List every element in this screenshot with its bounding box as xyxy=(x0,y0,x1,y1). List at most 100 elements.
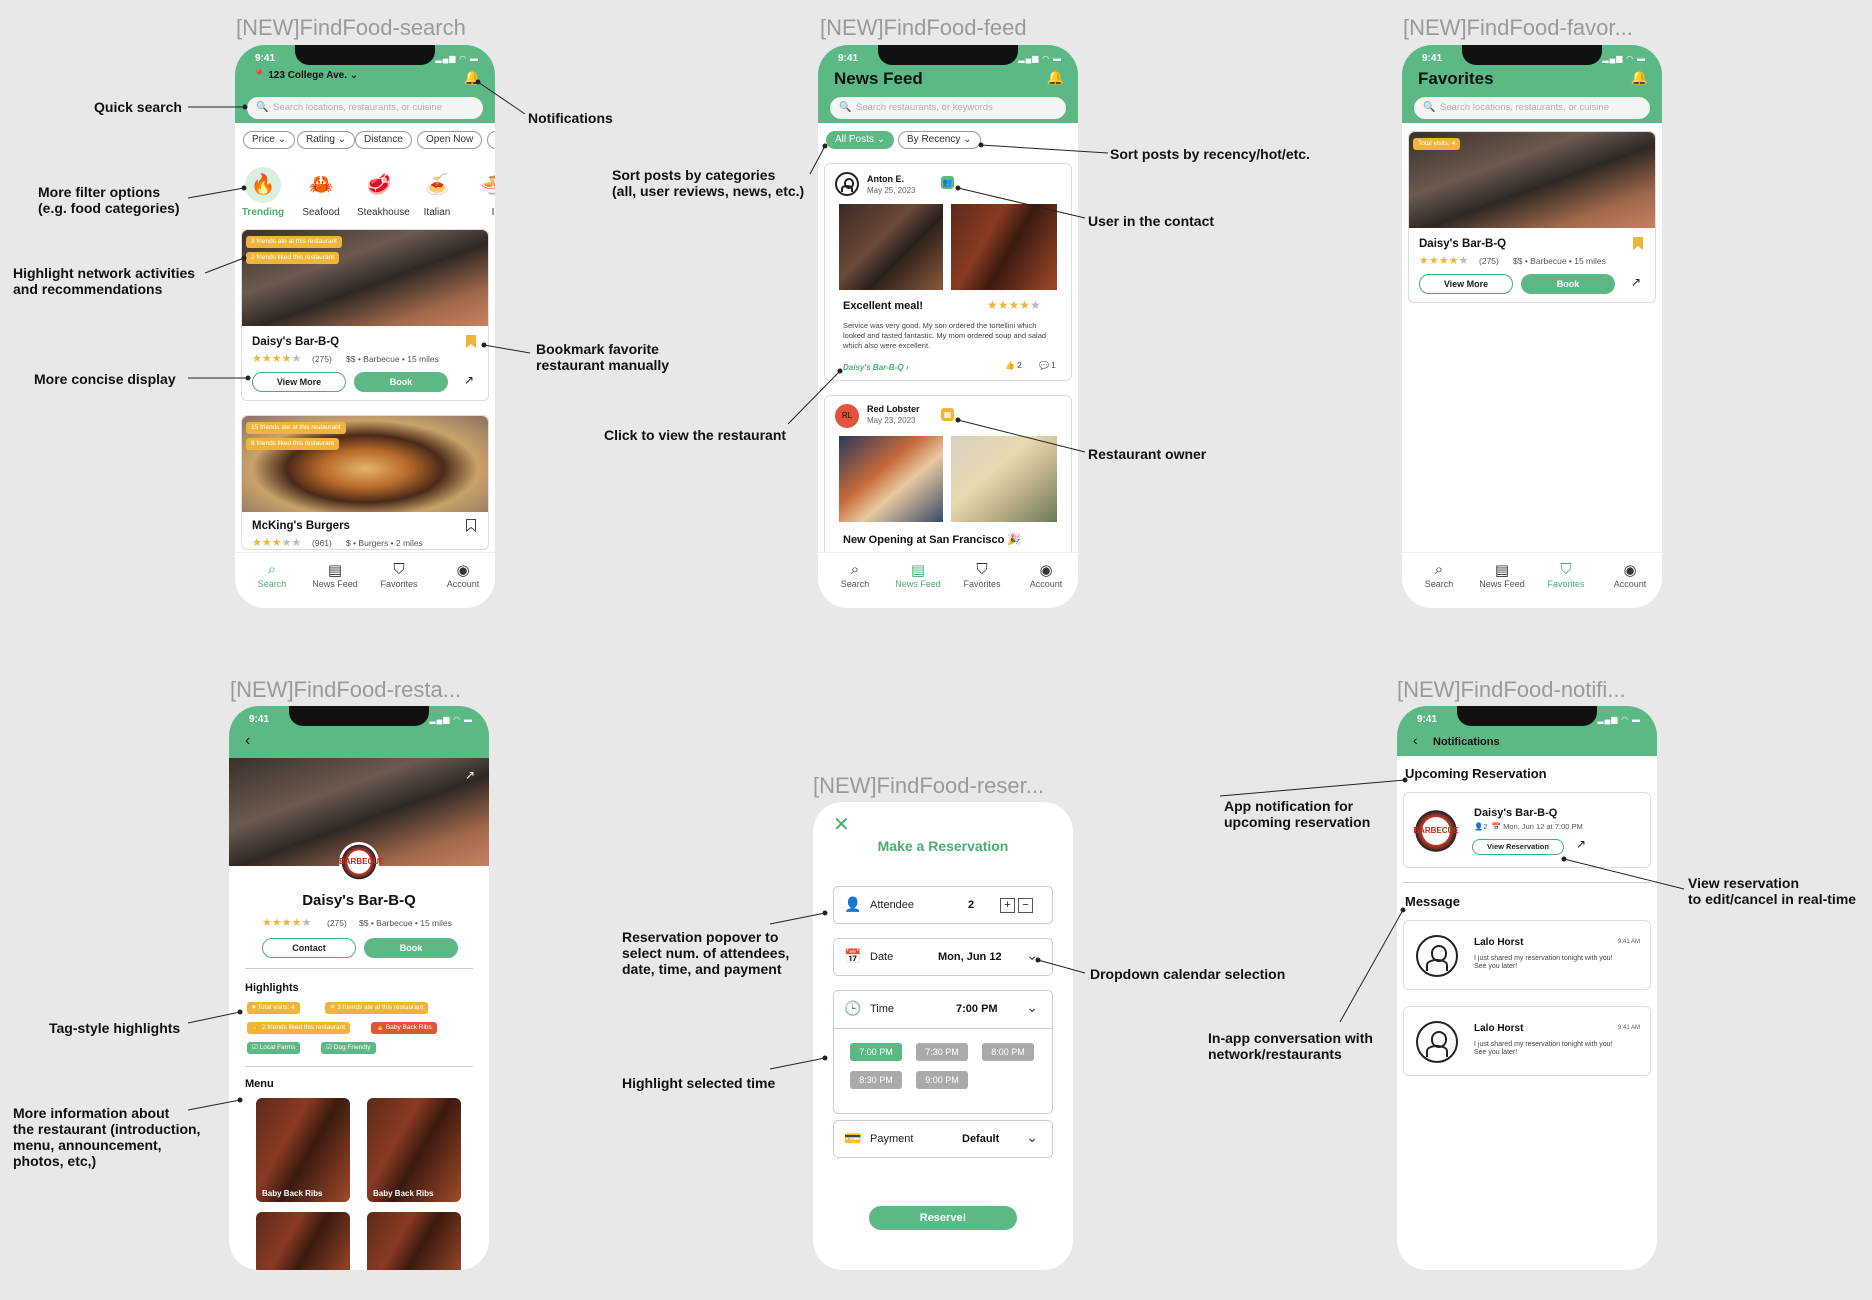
tab-account[interactable]: ◉ Account xyxy=(435,561,491,589)
view-more-button[interactable]: View More xyxy=(252,372,346,392)
search-input[interactable]: 🔍 Search restaurants, or keywords xyxy=(830,97,1066,119)
tab-search[interactable]: ⌕ Search xyxy=(244,555,300,595)
like-count[interactable]: 👍 2 xyxy=(1005,361,1022,370)
menu-item[interactable] xyxy=(367,1212,461,1270)
plus-icon[interactable]: + xyxy=(1000,898,1015,913)
restaurant-link[interactable]: Daisy's Bar-B-Q › xyxy=(843,363,909,372)
time-slot[interactable]: 8:00 PM xyxy=(982,1043,1034,1061)
status-bar: 9:41 ▂▄▆ ◠ ▬ xyxy=(838,53,1062,65)
filter-price[interactable]: Price ⌄ xyxy=(243,131,295,149)
divider xyxy=(245,968,473,969)
search-input[interactable]: 🔍 Search locations, restaurants, or cuisi… xyxy=(1414,97,1650,119)
payment-field[interactable]: 💳 Payment Default ⌄ xyxy=(833,1120,1053,1158)
book-button[interactable]: Book xyxy=(364,938,458,958)
filter-open-now[interactable]: Open Now xyxy=(417,131,483,149)
reservation-name: Daisy's Bar-B-Q xyxy=(1474,807,1558,819)
thumbs-up-icon: 👍 xyxy=(1005,361,1015,370)
menu-item[interactable] xyxy=(256,1212,350,1270)
time-slot-selected[interactable]: 7:00 PM xyxy=(850,1043,902,1061)
tab-favorites[interactable]: ⛉ Favorites xyxy=(954,561,1010,589)
tab-favorites[interactable]: ⛉ Favorites xyxy=(371,561,427,589)
tab-account[interactable]: ◉ Account xyxy=(1602,561,1658,589)
reservation-notification[interactable]: BARBECUE Daisy's Bar-B-Q 👤2 📅 Mon, Jun 1… xyxy=(1403,792,1651,868)
tab-search[interactable]: ⌕ Search xyxy=(1411,561,1467,589)
tab-account[interactable]: ◉ Account xyxy=(1018,561,1074,589)
category-label: Trending xyxy=(241,207,285,218)
comment-count[interactable]: 💬 1 xyxy=(1039,361,1056,370)
share-icon[interactable]: ↗ xyxy=(1576,837,1586,851)
filter-more[interactable]: F xyxy=(487,131,495,149)
restaurant-name: Daisy's Bar-B-Q xyxy=(302,892,416,909)
book-button[interactable]: Book xyxy=(1521,274,1615,294)
reserve-button[interactable]: Reserve! xyxy=(869,1206,1017,1230)
tab-news-feed[interactable]: ▤ News Feed xyxy=(307,561,363,589)
restaurant-card[interactable]: 15 friends ate at this restaurant 8 frie… xyxy=(241,415,489,550)
tab-label: Account xyxy=(446,579,480,589)
bell-icon[interactable]: 🔔 xyxy=(464,69,481,86)
post-card[interactable]: RL Red Lobster May 23, 2023 ▦ New Openin… xyxy=(824,395,1072,565)
signal-icons: ▂▄▆ ◠ ▬ xyxy=(1602,54,1646,63)
category-steakhouse[interactable]: 🥩 Steakhouse xyxy=(357,167,410,218)
sort-all-posts[interactable]: All Posts ⌄ xyxy=(826,131,895,149)
category-more[interactable]: 🍜 I xyxy=(471,167,495,218)
message-item[interactable]: Lalo Horst 9:41 AM I just shared my rese… xyxy=(1403,1006,1651,1076)
share-icon[interactable]: ↗ xyxy=(464,373,474,387)
view-more-button[interactable]: View More xyxy=(1419,274,1513,294)
status-bar: 9:41 ▂▄▆ ◠ ▬ xyxy=(255,53,479,65)
message-item[interactable]: Lalo Horst 9:41 AM I just shared my rese… xyxy=(1403,920,1651,990)
restaurant-meta: $ • Burgers • 2 miles xyxy=(346,538,423,548)
back-icon[interactable]: ‹ xyxy=(1413,732,1418,748)
bell-icon[interactable]: 🔔 xyxy=(1047,69,1064,86)
post-body: Service was very good. My son ordered th… xyxy=(843,321,1047,350)
restaurant-meta: $$ • Barbecue • 15 miles xyxy=(1513,256,1606,266)
category-italian[interactable]: 🍝 Italian xyxy=(415,167,459,218)
bookmark-icon[interactable] xyxy=(466,335,476,348)
back-icon[interactable]: ‹ xyxy=(245,732,250,750)
minus-icon[interactable]: − xyxy=(1018,898,1033,913)
highlight-tag: ✕ 3 friends ate at this restaurant xyxy=(325,1002,429,1014)
category-trending[interactable]: 🔥 Trending xyxy=(241,167,285,218)
category-seafood[interactable]: 🦀 Seafood xyxy=(299,167,343,218)
view-reservation-button[interactable]: View Reservation xyxy=(1472,839,1564,855)
restaurant-logo: BARBECUE xyxy=(339,842,384,882)
menu-item[interactable]: Baby Back Ribs xyxy=(367,1098,461,1202)
phone-favorites: 9:41 ▂▄▆ ◠ ▬ Favorites 🔔 🔍 Search location… xyxy=(1402,45,1662,608)
filter-rating[interactable]: Rating ⌄ xyxy=(297,131,356,149)
comment-icon: 💬 xyxy=(1039,361,1049,370)
post-photo xyxy=(839,436,943,522)
bell-icon[interactable]: 🔔 xyxy=(1631,69,1648,86)
close-icon[interactable]: ✕ xyxy=(833,812,850,837)
tab-news-feed[interactable]: ▤ News Feed xyxy=(1474,561,1530,589)
search-input[interactable]: 🔍 Search locations, restaurants, or cuisi… xyxy=(247,97,483,119)
time-slot[interactable]: 7:30 PM xyxy=(916,1043,968,1061)
bookmark-outline-icon[interactable] xyxy=(466,519,476,532)
contact-button[interactable]: Contact xyxy=(262,938,356,958)
favorite-card[interactable]: Total visits: 4 Daisy's Bar-B-Q ★★★★★ (2… xyxy=(1408,131,1656,303)
search-icon: ⌕ xyxy=(267,561,277,578)
search-icon: 🔍 xyxy=(256,102,269,113)
share-icon[interactable]: ↗ xyxy=(1631,275,1641,289)
location-selector[interactable]: 📍 123 College Ave. ⌄ xyxy=(253,70,358,81)
share-icon[interactable]: ↗ xyxy=(465,768,475,782)
time-slot[interactable]: 8:30 PM xyxy=(850,1071,902,1089)
date-field[interactable]: 📅 Date Mon, Jun 12 ⌄ xyxy=(833,938,1053,976)
frame-title-feed: [NEW]FindFood-feed xyxy=(820,15,1027,40)
time-slot[interactable]: 9:00 PM xyxy=(916,1071,968,1089)
sender-name: Lalo Horst xyxy=(1474,937,1524,948)
phone-feed: 9:41 ▂▄▆ ◠ ▬ News Feed 🔔 🔍 Search restaura… xyxy=(818,45,1078,608)
tab-search[interactable]: ⌕ Search xyxy=(827,561,883,589)
post-card[interactable]: Anton E. May 25, 2023 👥 Excellent meal! … xyxy=(824,163,1072,381)
restaurant-card[interactable]: 3 friends ate at this restaurant 2 frien… xyxy=(241,229,489,401)
highlight-tag: ☑ Local Farms xyxy=(247,1042,301,1054)
time-field[interactable]: 🕒 Time 7:00 PM ⌄ 7:00 PM 7:30 PM 8:00 PM… xyxy=(833,990,1053,1114)
bookmark-icon[interactable] xyxy=(1633,237,1643,250)
tab-news-feed[interactable]: ▤ News Feed xyxy=(890,555,946,595)
sort-by-recency[interactable]: By Recency ⌄ xyxy=(898,131,981,149)
account-icon: ◉ xyxy=(1623,562,1637,579)
tab-bar: ⌕ Search ▤ News Feed ⛉ Favorites ◉ Account xyxy=(818,552,1078,608)
book-button[interactable]: Book xyxy=(354,372,448,392)
annotation-quick-search: Quick search xyxy=(94,99,182,115)
tab-favorites[interactable]: ⛉ Favorites xyxy=(1538,555,1594,595)
filter-distance[interactable]: Distance xyxy=(355,131,412,149)
menu-item[interactable]: Baby Back Ribs xyxy=(256,1098,350,1202)
